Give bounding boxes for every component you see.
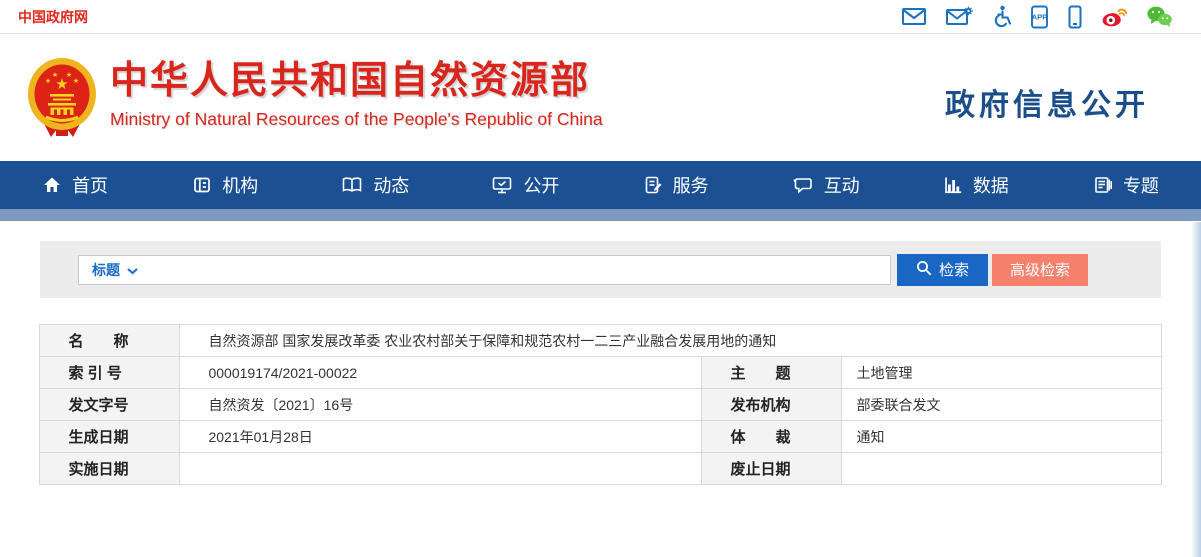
nav-label: 机构 — [222, 172, 258, 198]
field-label-subject: 主 题 — [702, 357, 842, 389]
nav-label: 互动 — [824, 172, 860, 198]
field-label-repeal-date: 废止日期 — [702, 453, 842, 485]
field-value-name: 自然资源部 国家发展改革委 农业农村部关于保障和规范农村一二三产业融合发展用地的… — [180, 325, 1161, 357]
field-label-name: 名 称 — [40, 325, 180, 357]
page-edge-gradient — [1191, 222, 1201, 557]
search-box: 标题 — [78, 255, 891, 285]
nav-item-data[interactable]: 数据 — [901, 161, 1051, 209]
table-row-validity: 实施日期 废止日期 — [40, 453, 1161, 485]
svg-text:★: ★ — [45, 77, 51, 85]
field-value-index-no: 000019174/2021-00022 — [180, 357, 702, 389]
data-icon — [943, 175, 963, 195]
svg-text:★: ★ — [73, 77, 79, 85]
field-value-repeal-date — [842, 453, 1161, 485]
svg-text:APP: APP — [1032, 12, 1047, 21]
field-label-issuer: 发布机构 — [702, 389, 842, 421]
field-value-subject: 土地管理 — [842, 357, 1161, 389]
search-icon — [916, 260, 932, 280]
field-label-created-date: 生成日期 — [40, 421, 180, 453]
national-emblem[interactable]: ★ ★ ★ ★ ★ — [24, 56, 100, 145]
gov-site-link[interactable]: 中国政府网 — [18, 7, 88, 27]
accessibility-icon[interactable] — [991, 5, 1012, 28]
field-label-index-no: 索 引 号 — [40, 357, 180, 389]
chevron-down-icon — [127, 262, 138, 278]
wechat-icon[interactable] — [1146, 5, 1173, 28]
masthead: ★ ★ ★ ★ ★ 中华人民共和国自然资源部 Ministry of Natur… — [0, 34, 1201, 161]
nav-item-topics[interactable]: 专题 — [1051, 161, 1201, 209]
ministry-title-en: Ministry of Natural Resources of the Peo… — [110, 109, 603, 130]
mail-icon[interactable] — [901, 6, 927, 27]
search-panel: 标题 检索 高级检索 — [40, 241, 1161, 298]
topics-icon — [1093, 175, 1113, 195]
nav-label: 首页 — [72, 172, 108, 198]
nav-item-news[interactable]: 动态 — [300, 161, 450, 209]
search-input[interactable] — [148, 256, 890, 284]
svg-text:★: ★ — [52, 71, 58, 79]
field-value-doc-number: 自然资发〔2021〕16号 — [180, 389, 702, 421]
ministry-title-cn: 中华人民共和国自然资源部 — [110, 60, 603, 102]
search-button-label: 检索 — [939, 259, 969, 280]
field-value-effective-date — [180, 453, 702, 485]
advanced-search-button[interactable]: 高级检索 — [992, 254, 1088, 286]
weibo-icon[interactable] — [1101, 5, 1128, 28]
nav-label: 数据 — [973, 172, 1009, 198]
nav-item-interact[interactable]: 互动 — [751, 161, 901, 209]
field-label-genre: 体 裁 — [702, 421, 842, 453]
nav-label: 服务 — [673, 172, 709, 198]
field-value-issuer: 部委联合发文 — [842, 389, 1161, 421]
field-label-doc-number: 发文字号 — [40, 389, 180, 421]
mail-subscribe-icon[interactable] — [945, 6, 973, 28]
news-icon — [341, 175, 363, 195]
nav-item-disclosure[interactable]: 公开 — [450, 161, 600, 209]
sub-nav-strip — [0, 209, 1201, 221]
interact-icon — [792, 175, 814, 195]
table-row-index: 索 引 号 000019174/2021-00022 主 题 土地管理 — [40, 357, 1161, 389]
ministry-logo-titles[interactable]: 中华人民共和国自然资源部 Ministry of Natural Resourc… — [110, 60, 603, 130]
nav-item-home[interactable]: 首页 — [0, 161, 150, 209]
main-navbar: 首页 机构 动态 公开 服务 互动 数据 专题 — [0, 161, 1201, 209]
search-button[interactable]: 检索 — [897, 254, 988, 286]
section-title-gov-info: 政府信息公开 — [945, 80, 1149, 124]
mobile-icon[interactable] — [1067, 5, 1083, 29]
field-value-created-date: 2021年01月28日 — [180, 421, 702, 453]
app-icon[interactable]: APP — [1030, 5, 1049, 29]
topbar-icon-group: APP — [901, 5, 1173, 29]
nav-item-service[interactable]: 服务 — [601, 161, 751, 209]
search-field-selector[interactable]: 标题 — [79, 256, 148, 284]
home-icon — [42, 175, 62, 195]
nav-label: 专题 — [1123, 172, 1159, 198]
document-info-table: 名 称 自然资源部 国家发展改革委 农业农村部关于保障和规范农村一二三产业融合发… — [39, 324, 1161, 485]
svg-text:★: ★ — [66, 71, 72, 79]
field-label-effective-date: 实施日期 — [40, 453, 180, 485]
nav-label: 动态 — [373, 172, 409, 198]
nav-label: 公开 — [523, 172, 559, 198]
top-utility-bar: 中国政府网 APP — [0, 0, 1201, 34]
org-icon — [192, 175, 212, 195]
search-field-label: 标题 — [92, 260, 120, 280]
disclosure-icon — [491, 175, 513, 195]
table-row-title: 名 称 自然资源部 国家发展改革委 农业农村部关于保障和规范农村一二三产业融合发… — [40, 325, 1161, 357]
field-value-genre: 通知 — [842, 421, 1161, 453]
table-row-docnumber: 发文字号 自然资发〔2021〕16号 发布机构 部委联合发文 — [40, 389, 1161, 421]
table-row-dates: 生成日期 2021年01月28日 体 裁 通知 — [40, 421, 1161, 453]
nav-item-org[interactable]: 机构 — [150, 161, 300, 209]
service-icon — [643, 175, 663, 195]
